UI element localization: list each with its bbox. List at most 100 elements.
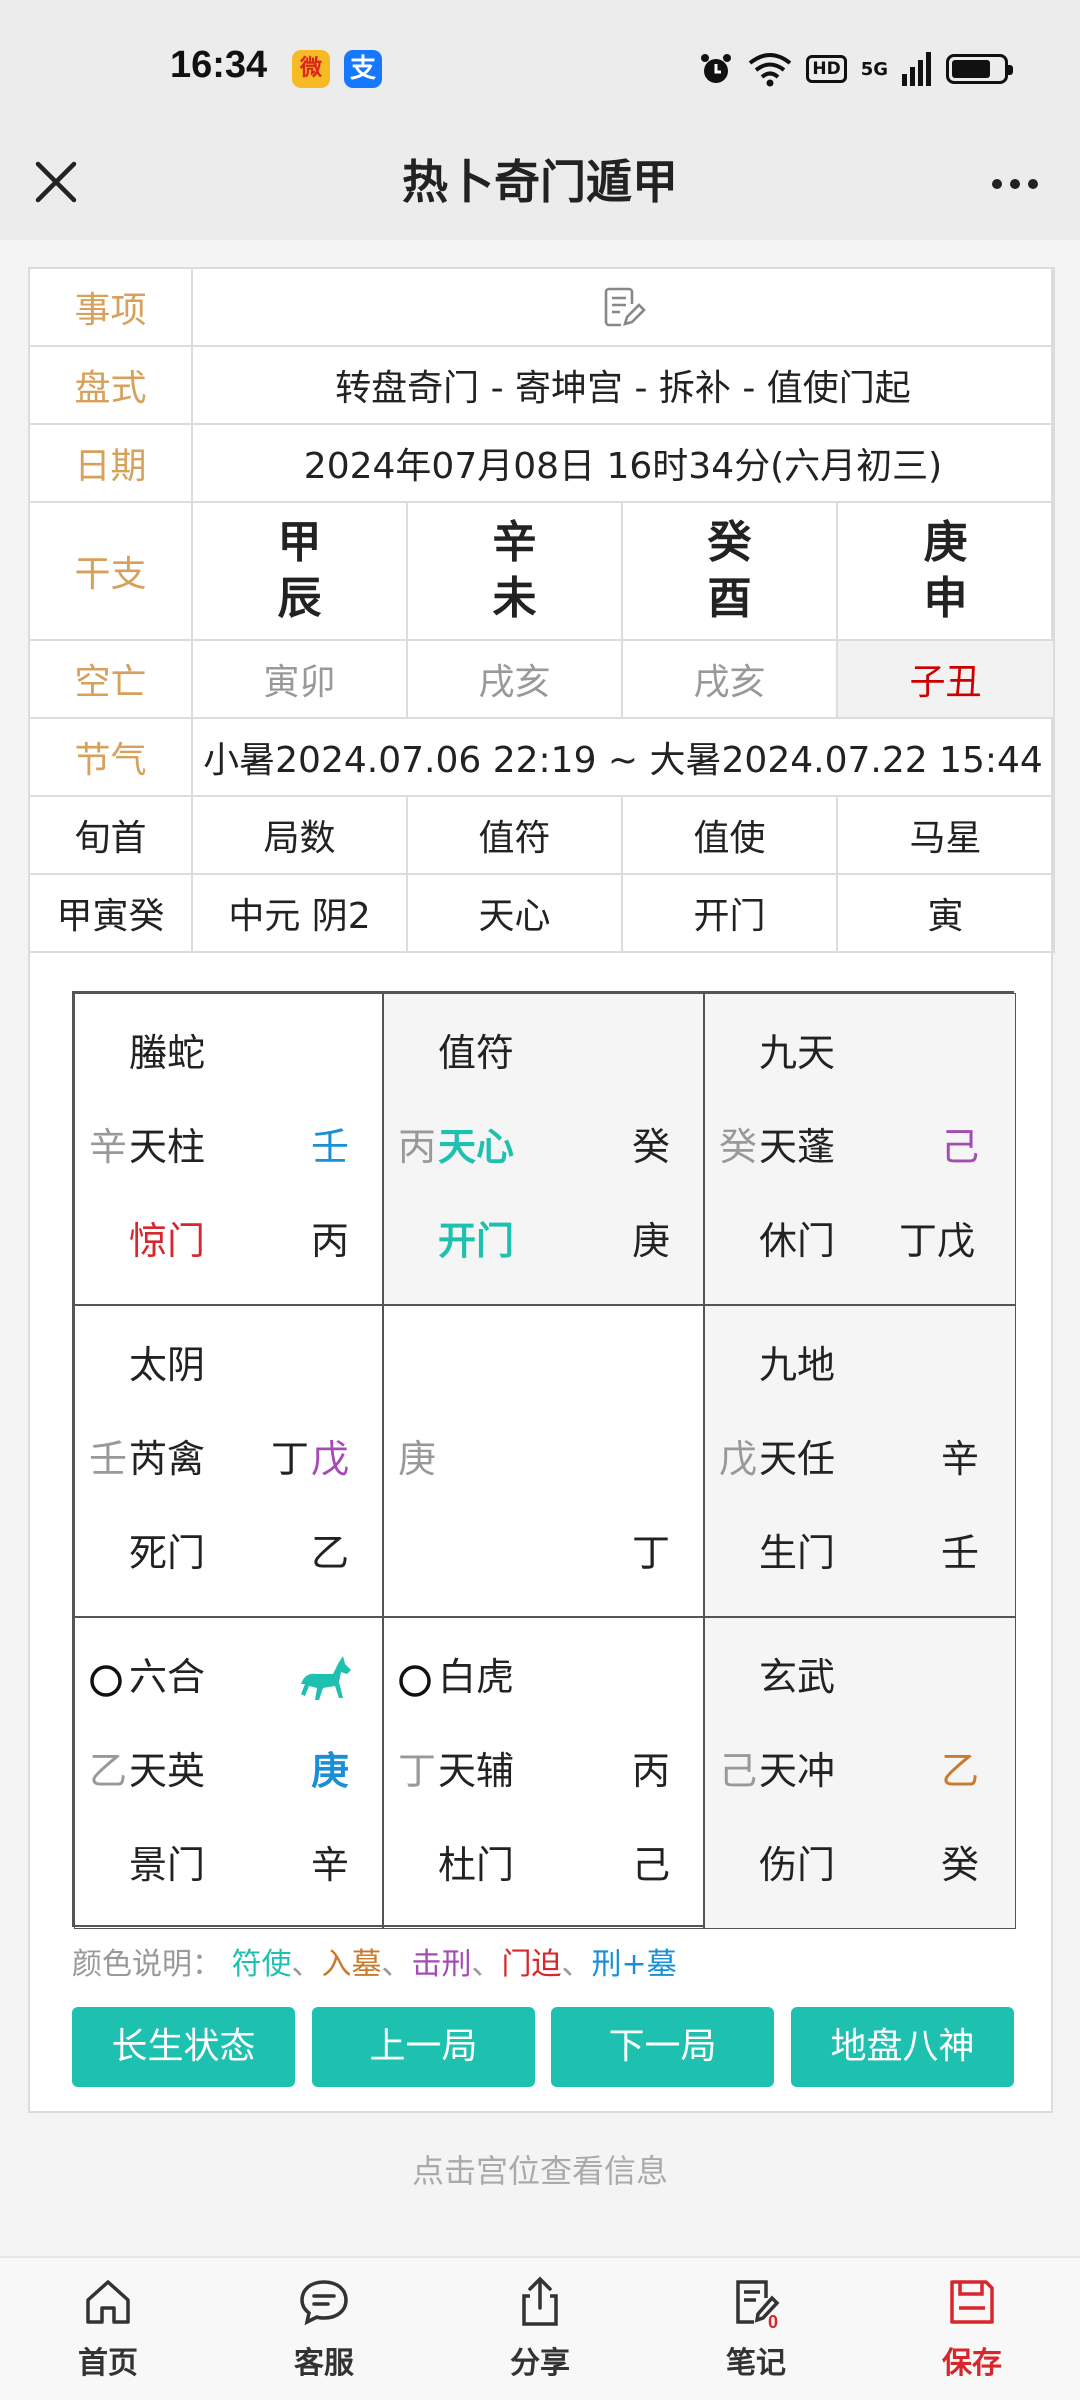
palace-stem-right: 丙 xyxy=(632,1749,671,1793)
label-zhishi: 值使 xyxy=(621,795,838,875)
palace-east[interactable]: 太阴 壬 芮禽 丁 戊 死门 乙 xyxy=(74,1305,383,1617)
palace-god: 值符 xyxy=(438,1031,515,1075)
earth-eight-gods-button[interactable]: 地盘八神 xyxy=(791,2007,1014,2087)
ganzhi-day: 癸酉 xyxy=(621,501,838,641)
palace-door-right: 丙 xyxy=(311,1219,350,1263)
palace-door: 死门 xyxy=(129,1531,206,1575)
label-chart-type: 盘式 xyxy=(28,345,193,425)
network-type: 5G xyxy=(860,58,888,80)
title-bar: 热卜奇门遁甲 xyxy=(0,130,1080,240)
palace-northeast[interactable]: 六合 乙 天英 庚 景门 辛 xyxy=(74,1617,383,1929)
label-date: 日期 xyxy=(28,423,193,503)
palace-door-right: 庚 xyxy=(632,1219,671,1263)
label-xunshou: 旬首 xyxy=(28,795,193,875)
legend-fushi: 符使 xyxy=(231,1947,292,1982)
palace-door-right: 辛 xyxy=(311,1843,350,1887)
palace-stem-right: 乙 xyxy=(941,1749,980,1793)
signal-icon xyxy=(902,52,931,86)
ganzhi-year: 甲辰 xyxy=(191,501,408,641)
weibo-icon: 微 xyxy=(292,50,330,88)
action-buttons: 长生状态 上一局 下一局 地盘八神 xyxy=(72,2007,1014,2087)
home-icon xyxy=(86,2280,130,2324)
palace-door-right: 己 xyxy=(632,1843,671,1887)
palace-southwest[interactable]: 九天 癸 天蓬 己 休门 丁戊 xyxy=(704,993,1016,1305)
palace-star: 天英 xyxy=(129,1749,206,1793)
palace-door: 景门 xyxy=(129,1843,206,1887)
palace-god: 九天 xyxy=(759,1031,836,1075)
palace-god: 白虎 xyxy=(438,1655,515,1699)
palace-southeast[interactable]: 螣蛇 辛 天柱 壬 惊门 丙 xyxy=(74,993,383,1305)
bottom-nav: 首页 客服 分享 0 笔记 保存 xyxy=(0,2256,1080,2400)
label-matter: 事项 xyxy=(28,267,193,347)
palace-star: 天心 xyxy=(438,1125,515,1169)
jushu-value: 中元 阴2 xyxy=(191,873,408,953)
palace-west[interactable]: 九地 戊 天任 辛 生门 壬 xyxy=(704,1305,1016,1617)
nav-service[interactable]: 客服 xyxy=(254,2274,394,2382)
label-void: 空亡 xyxy=(28,639,193,719)
palace-god: 六合 xyxy=(129,1655,206,1699)
palace-star: 天蓬 xyxy=(759,1125,836,1169)
palace-god: 太阴 xyxy=(129,1343,206,1387)
palace-stem-right-b: 戊 xyxy=(311,1437,350,1481)
void-circle-icon xyxy=(399,1665,431,1697)
prev-chart-button[interactable]: 上一局 xyxy=(312,2007,535,2087)
palace-star: 天冲 xyxy=(759,1749,836,1793)
label-jushu: 局数 xyxy=(191,795,408,875)
palace-grid: 螣蛇 辛 天柱 壬 惊门 丙 值符 丙 天心 癸 开门 庚 九天 癸 天蓬 己 … xyxy=(72,991,1016,1929)
palace-stem-right: 己 xyxy=(941,1125,980,1169)
palace-god: 玄武 xyxy=(759,1655,836,1699)
matter-edit[interactable] xyxy=(191,267,1055,347)
zhishi-value: 开门 xyxy=(621,873,838,953)
palace-heaven-stem: 壬 xyxy=(89,1437,128,1481)
void-day: 戌亥 xyxy=(621,639,838,719)
palace-heaven-stem: 戊 xyxy=(719,1437,758,1481)
share-icon xyxy=(522,2276,558,2326)
palace-heaven-stem: 乙 xyxy=(89,1749,128,1793)
page-title: 热卜奇门遁甲 xyxy=(402,155,678,209)
palace-stem-right: 庚 xyxy=(311,1749,350,1793)
next-chart-button[interactable]: 下一局 xyxy=(551,2007,774,2087)
palace-south[interactable]: 值符 丙 天心 癸 开门 庚 xyxy=(383,993,704,1305)
label-zhifu: 值符 xyxy=(406,795,623,875)
date-value: 2024年07月08日 16时34分(六月初三) xyxy=(191,423,1055,503)
palace-stem-right: 壬 xyxy=(311,1125,350,1169)
palace-god: 螣蛇 xyxy=(129,1031,206,1075)
chart-card: 事项 盘式 转盘奇门 - 寄坤宫 - 拆补 - 值使门起 日期 2024年07月… xyxy=(28,267,1055,2113)
legend-menpo: 门迫 xyxy=(501,1947,562,1982)
palace-northwest[interactable]: 玄武 己 天冲 乙 伤门 癸 xyxy=(704,1617,1016,1929)
palace-door: 惊门 xyxy=(129,1219,206,1263)
hd-badge: HD xyxy=(806,55,847,83)
solar-term-value: 小暑2024.07.06 22:19 ~ 大暑2024.07.22 15:44 xyxy=(191,717,1055,797)
void-year: 寅卯 xyxy=(191,639,408,719)
legend-xingmu: 刑+墓 xyxy=(591,1947,677,1982)
palace-door: 伤门 xyxy=(759,1843,836,1887)
alarm-icon xyxy=(701,54,732,83)
tap-palace-hint: 点击宫位查看信息 xyxy=(411,2152,668,2190)
palace-center-right: 丁 xyxy=(632,1531,671,1575)
palace-star: 天辅 xyxy=(438,1749,515,1793)
longevity-state-button[interactable]: 长生状态 xyxy=(72,2007,295,2087)
label-ganzhi: 干支 xyxy=(28,501,193,641)
ganzhi-hour: 庚申 xyxy=(836,501,1055,641)
battery-icon xyxy=(946,54,1013,84)
nav-share[interactable]: 分享 xyxy=(470,2274,610,2382)
palace-north[interactable]: 白虎 丁 天辅 丙 杜门 己 xyxy=(383,1617,704,1929)
legend-jixing: 击刑 xyxy=(411,1947,472,1982)
void-circle-icon xyxy=(90,1665,122,1697)
palace-center-stem: 庚 xyxy=(398,1437,437,1481)
palace-door-right: 壬 xyxy=(941,1531,980,1575)
palace-heaven-stem: 丙 xyxy=(398,1125,437,1169)
nav-notes[interactable]: 0 笔记 xyxy=(686,2274,826,2382)
nav-save[interactable]: 保存 xyxy=(902,2274,1042,2382)
palace-heaven-stem: 丁 xyxy=(398,1749,437,1793)
battery-level xyxy=(952,60,990,78)
void-month: 戌亥 xyxy=(406,639,623,719)
nav-home[interactable]: 首页 xyxy=(38,2274,178,2382)
more-menu-button[interactable] xyxy=(980,154,1050,214)
palace-center[interactable]: 庚 丁 xyxy=(383,1305,704,1617)
chat-bubble-icon xyxy=(300,2280,348,2326)
label-maxing: 马星 xyxy=(836,795,1055,875)
info-table: 事项 盘式 转盘奇门 - 寄坤宫 - 拆补 - 值使门起 日期 2024年07月… xyxy=(28,267,1055,953)
maxing-value: 寅 xyxy=(836,873,1055,953)
palace-star: 天任 xyxy=(759,1437,836,1481)
